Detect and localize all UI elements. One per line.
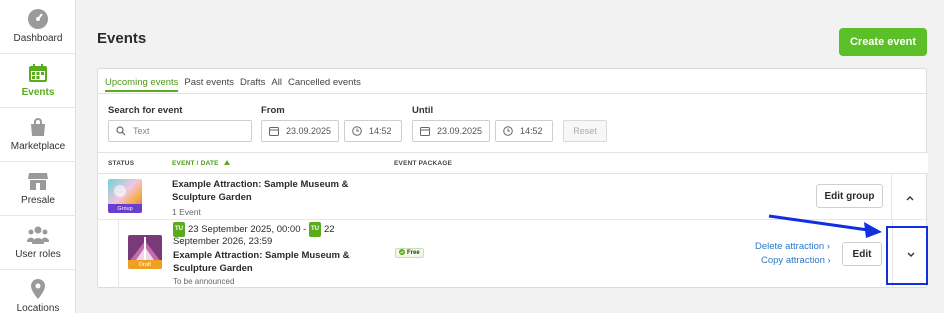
from-date-field[interactable]: 23.09.2025	[261, 120, 339, 142]
calendar-icon	[268, 125, 280, 137]
search-icon	[115, 125, 127, 137]
tab-cancelled-events[interactable]: Cancelled events	[288, 77, 361, 92]
events-card: Upcoming events Past events Drafts All C…	[97, 68, 928, 288]
column-status: STATUS	[108, 160, 135, 167]
search-placeholder: Text	[133, 126, 150, 136]
from-date-value: 23.09.2025	[286, 126, 332, 136]
tab-all[interactable]: All	[271, 77, 282, 92]
sidebar-item-label: Marketplace	[10, 141, 66, 152]
sidebar-item-user-roles[interactable]: User roles	[0, 216, 76, 270]
users-icon	[27, 224, 49, 246]
group-event-name-line1: Example Attraction: Sample Museum &	[172, 179, 349, 190]
table-row-attraction: Draft TU 23 September 2025, 00:00 - TU 22 …	[118, 220, 928, 288]
column-event-package: EVENT PACKAGE	[394, 160, 453, 167]
search-input[interactable]: Text	[108, 120, 252, 142]
copy-attraction-label: Copy attraction	[761, 255, 825, 266]
attraction-name-line2: Sculpture Garden	[173, 263, 253, 274]
group-event-count: 1 Event	[172, 207, 201, 217]
tab-upcoming-events[interactable]: Upcoming events	[105, 77, 179, 92]
sidebar-item-label: Dashboard	[13, 33, 63, 44]
delete-attraction-link[interactable]: Delete attraction ›	[755, 241, 830, 252]
sidebar-item-dashboard[interactable]: Dashboard	[0, 0, 76, 54]
until-time-field[interactable]: 14:52	[495, 120, 553, 142]
until-date-value: 23.09.2025	[437, 126, 483, 136]
search-label: Search for event	[108, 105, 183, 116]
package-badge-free: Free	[395, 248, 424, 258]
edit-attraction-button[interactable]: Edit	[842, 242, 882, 266]
from-label: From	[261, 105, 285, 116]
sidebar-item-events[interactable]: Events	[0, 54, 76, 108]
sidebar-item-label: User roles	[15, 249, 61, 260]
location-pin-icon	[27, 278, 49, 300]
group-event-name-line2: Sculpture Garden	[172, 192, 252, 203]
date-end-line: September 2026, 23:59	[173, 236, 273, 247]
attraction-thumbnail: Draft	[128, 235, 162, 269]
sidebar-item-label: Events	[21, 87, 55, 98]
attraction-subtitle: To be announced	[173, 277, 235, 286]
sidebar-item-marketplace[interactable]: Marketplace	[0, 108, 76, 162]
tab-drafts[interactable]: Drafts	[240, 77, 265, 92]
date-start: 23 September 2025, 00:00 -	[188, 224, 307, 236]
clock-icon	[351, 125, 363, 137]
bag-icon	[27, 116, 49, 138]
copy-attraction-link[interactable]: Copy attraction ›	[761, 255, 831, 266]
page-title: Events	[97, 30, 147, 47]
calendar-icon	[27, 62, 49, 84]
table-header: STATUS EVENT / DATE EVENT PACKAGE	[98, 152, 928, 174]
event-tabs: Upcoming events Past events Drafts All C…	[105, 77, 361, 92]
until-time-value: 14:52	[520, 126, 543, 136]
table-row-group: Group Example Attraction: Sample Museum …	[98, 174, 928, 220]
delete-attraction-label: Delete attraction	[755, 241, 825, 252]
tabs-divider	[98, 93, 928, 94]
create-event-button[interactable]: Create event	[839, 28, 927, 56]
date-end-part: 22	[323, 224, 335, 236]
chevron-up-icon	[906, 188, 914, 206]
check-circle-icon	[399, 249, 405, 257]
until-date-field[interactable]: 23.09.2025	[412, 120, 490, 142]
store-icon	[27, 170, 49, 192]
annotation-highlight-box	[886, 226, 928, 285]
sidebar-item-label: Locations	[16, 303, 60, 313]
column-event-date[interactable]: EVENT / DATE	[172, 160, 230, 167]
clock-icon	[502, 125, 514, 137]
sidebar: Dashboard Events Marketplace Presale Use…	[0, 0, 76, 313]
chevron-right-icon: ›	[826, 241, 830, 252]
group-event-name[interactable]: Example Attraction: Sample Museum & Scul…	[172, 178, 349, 204]
attraction-event-name[interactable]: Example Attraction: Sample Museum & Scul…	[173, 249, 350, 275]
from-time-field[interactable]: 14:52	[344, 120, 402, 142]
from-time-value: 14:52	[369, 126, 392, 136]
sort-ascending-icon	[223, 160, 230, 167]
attraction-name-line1: Example Attraction: Sample Museum &	[173, 250, 350, 261]
column-event-date-label: EVENT / DATE	[172, 160, 219, 167]
draft-tag: Draft	[128, 260, 162, 269]
sidebar-item-presale[interactable]: Presale	[0, 162, 76, 216]
package-badge-label: Free	[407, 250, 420, 256]
dashboard-icon	[27, 8, 49, 30]
group-thumbnail: Group	[108, 179, 142, 213]
day-badge-end: TU	[308, 222, 321, 237]
group-tag: Group	[108, 204, 142, 213]
sidebar-item-locations[interactable]: Locations	[0, 270, 76, 313]
collapse-group-toggle[interactable]	[891, 174, 927, 219]
tab-past-events[interactable]: Past events	[184, 77, 234, 92]
sidebar-item-label: Presale	[21, 195, 55, 206]
until-label: Until	[412, 105, 434, 116]
chevron-right-icon: ›	[827, 255, 831, 266]
reset-button[interactable]: Reset	[563, 120, 607, 142]
calendar-icon	[419, 125, 431, 137]
edit-group-button[interactable]: Edit group	[816, 184, 883, 208]
